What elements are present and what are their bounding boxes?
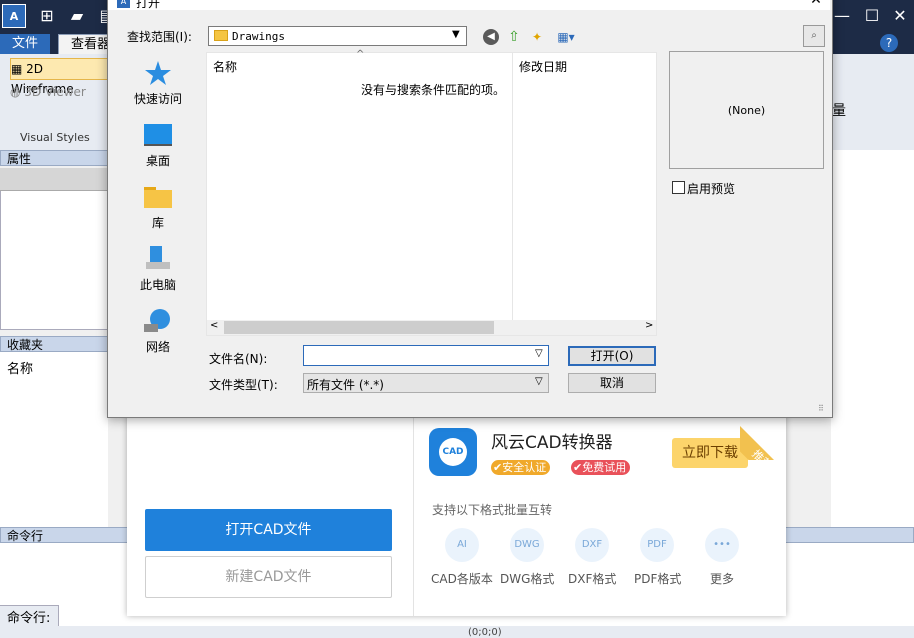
place-network[interactable]: 网络	[115, 338, 201, 355]
format-cad-label: CAD各版本	[431, 572, 493, 586]
badge-free-trial: ✔免费试用	[571, 460, 631, 475]
visual-style-3d-viewer[interactable]: ◍ 3D Viewer	[10, 82, 106, 102]
format-dxf-icon[interactable]: DXF	[575, 528, 609, 562]
chevron-down-icon[interactable]: ▼	[452, 29, 460, 40]
format-dwg-icon[interactable]: DWG	[510, 528, 544, 562]
badge-safe-certified: ✔安全认证	[491, 460, 551, 475]
column-header-date[interactable]: 修改日期	[519, 58, 567, 75]
format-pdf-label: PDF格式	[634, 572, 682, 586]
preview-toggle-icon[interactable]: ⌕	[803, 25, 825, 47]
format-pdf-icon[interactable]: PDF	[640, 528, 674, 562]
dialog-close-icon[interactable]: ✕	[808, 0, 824, 8]
favorites-name-column: 名称	[7, 362, 34, 377]
library-folder-icon	[144, 184, 172, 210]
chevron-down-icon[interactable]: ▽	[535, 348, 543, 359]
scroll-left-icon[interactable]: <	[210, 320, 218, 331]
properties-panel-header: 属性	[0, 150, 108, 166]
help-icon[interactable]: ?	[880, 34, 898, 52]
status-coordinates: (0;0;0)	[468, 627, 502, 638]
desktop-icon	[144, 122, 172, 148]
computer-icon	[144, 246, 172, 272]
empty-list-message: 没有与搜索条件匹配的项。	[361, 83, 506, 97]
format-more-label: 更多	[710, 572, 735, 586]
resize-grip-icon[interactable]: ⠿	[818, 404, 824, 413]
column-header-name[interactable]: 名称	[213, 58, 237, 75]
new-file-icon[interactable]: ⊞	[37, 6, 57, 26]
open-folder-icon[interactable]: ▰	[67, 6, 87, 26]
status-bar	[0, 627, 914, 638]
visual-style-2d-wireframe[interactable]: ▦ 2D Wireframe	[10, 58, 108, 96]
close-window-icon[interactable]: ✕	[890, 6, 910, 25]
chevron-down-icon[interactable]: ▽	[535, 376, 543, 387]
app-logo: A	[2, 4, 26, 28]
favorites-panel	[0, 352, 108, 528]
visual-styles-group-label: Visual Styles	[20, 131, 90, 144]
view-menu-icon[interactable]: ▦▾	[553, 29, 579, 45]
star-icon	[144, 60, 172, 86]
recommend-corner-text: 推荐	[740, 422, 786, 460]
scrollbar-thumb[interactable]	[224, 321, 494, 334]
favorites-panel-header: 收藏夹	[0, 336, 108, 352]
column-separator[interactable]	[512, 52, 513, 320]
open-cad-file-button[interactable]: 打开CAD文件	[145, 509, 392, 551]
new-cad-file-button[interactable]: 新建CAD文件	[145, 556, 392, 598]
place-library[interactable]: 库	[115, 214, 201, 231]
check-icon: ✔	[573, 461, 583, 474]
open-button[interactable]: 打开(O)	[568, 346, 656, 366]
dialog-title: 打开	[136, 0, 161, 10]
format-dwg-label: DWG格式	[500, 572, 555, 586]
download-now-button[interactable]: 立即下载	[672, 438, 748, 468]
maximize-icon[interactable]: ☐	[862, 6, 882, 25]
new-folder-icon[interactable]: ✦	[529, 29, 545, 45]
promo-product-name: 风云CAD转换器	[491, 433, 613, 453]
measure-label[interactable]: 量	[832, 100, 846, 120]
command-prompt-label: 命令行:	[7, 611, 51, 626]
look-in-value: Drawings	[232, 30, 285, 43]
place-quick-access[interactable]: 快速访问	[115, 90, 201, 107]
cylinder-icon: ◍	[10, 85, 25, 99]
scroll-right-icon[interactable]: >	[645, 320, 653, 331]
dialog-app-icon: A	[117, 0, 130, 8]
up-folder-icon[interactable]: ⇧	[506, 29, 522, 45]
properties-panel	[0, 168, 110, 330]
format-more-icon[interactable]: •••	[705, 528, 739, 562]
look-in-label: 查找范围(I):	[127, 30, 192, 44]
dialog-titlebar	[108, 0, 830, 10]
file-name-label: 文件名(N):	[209, 352, 268, 366]
file-type-label: 文件类型(T):	[209, 378, 278, 392]
folder-icon	[214, 30, 228, 41]
cancel-button[interactable]: 取消	[568, 373, 656, 393]
minimize-icon[interactable]: —	[832, 6, 852, 25]
check-icon: ✔	[493, 461, 503, 474]
network-globe-icon	[144, 308, 172, 334]
format-dxf-label: DXF格式	[568, 572, 617, 586]
menu-file[interactable]: 文件	[0, 34, 51, 54]
sort-up-icon: ^	[356, 49, 365, 60]
enable-preview-label[interactable]: 启用预览	[687, 180, 735, 197]
promo-subtitle: 支持以下格式批量互转	[432, 503, 553, 517]
preview-none-text: (None)	[727, 104, 766, 117]
properties-toolbar	[0, 168, 108, 191]
place-this-pc[interactable]: 此电脑	[115, 276, 201, 293]
cad-converter-logo-text: CAD	[439, 438, 467, 466]
file-name-input[interactable]	[303, 345, 549, 366]
wireframe-icon: ▦	[11, 62, 27, 76]
file-type-value: 所有文件 (*.*)	[307, 378, 384, 392]
enable-preview-checkbox[interactable]	[672, 181, 685, 194]
back-arrow-icon[interactable]: ◀	[483, 29, 499, 45]
drawing-area	[831, 150, 914, 530]
format-cad-icon[interactable]: AI	[445, 528, 479, 562]
place-desktop[interactable]: 桌面	[115, 152, 201, 169]
